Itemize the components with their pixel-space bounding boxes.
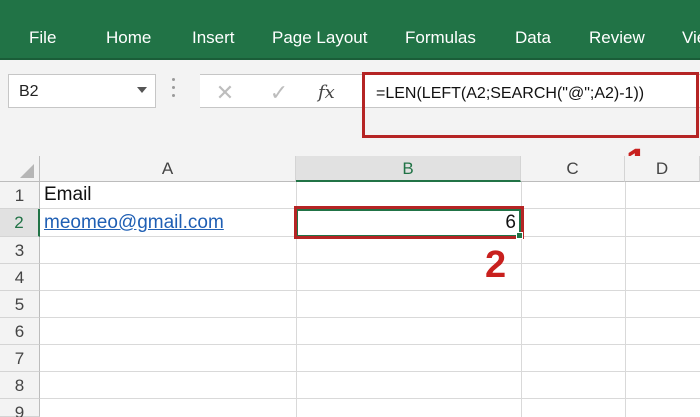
drag-handle-icon[interactable] — [172, 78, 176, 102]
gridline — [40, 398, 700, 399]
formula-buttons: ✕ ✓ fx — [200, 74, 364, 108]
fill-handle[interactable] — [516, 232, 523, 239]
column-header-d[interactable]: D — [625, 156, 700, 182]
row-header-9[interactable]: 9 — [0, 399, 40, 417]
gridline — [40, 263, 700, 264]
chevron-down-icon[interactable] — [137, 87, 147, 93]
tab-formulas[interactable]: Formulas — [405, 0, 476, 60]
gridline — [625, 182, 626, 417]
tab-view[interactable]: Vie — [682, 0, 700, 60]
row-header-6[interactable]: 6 — [0, 318, 40, 345]
fx-icon[interactable]: fx — [318, 80, 348, 106]
column-header-b[interactable]: B — [296, 156, 521, 182]
select-all-corner[interactable] — [0, 156, 40, 182]
cell-a2[interactable]: meomeo@gmail.com — [44, 212, 224, 234]
tab-review[interactable]: Review — [589, 0, 645, 60]
highlight-box-formula — [362, 72, 699, 138]
tab-data[interactable]: Data — [515, 0, 551, 60]
check-icon[interactable]: ✓ — [266, 80, 292, 106]
row-header-8[interactable]: 8 — [0, 372, 40, 399]
row-header-4[interactable]: 4 — [0, 264, 40, 291]
row-header-5[interactable]: 5 — [0, 291, 40, 318]
name-box[interactable]: B2 — [8, 74, 156, 108]
ribbon-tab-bar: File Home Insert Page Layout Formulas Da… — [0, 0, 700, 60]
row-header-1[interactable]: 1 — [0, 182, 40, 209]
row-header-2[interactable]: 2 — [0, 209, 40, 237]
gridline — [40, 371, 700, 372]
highlight-box-result — [294, 206, 524, 239]
tab-home[interactable]: Home — [106, 0, 151, 60]
cell-a1[interactable]: Email — [44, 184, 92, 206]
row-header-3[interactable]: 3 — [0, 237, 40, 264]
step-2-label: 2 — [485, 244, 507, 286]
tab-page-layout[interactable]: Page Layout — [272, 0, 367, 60]
name-box-value: B2 — [19, 83, 39, 100]
close-icon[interactable]: ✕ — [212, 80, 238, 106]
gridline — [40, 317, 700, 318]
tab-file[interactable]: File — [29, 0, 56, 60]
row-header-7[interactable]: 7 — [0, 345, 40, 372]
gridline — [40, 290, 700, 291]
column-header-c[interactable]: C — [521, 156, 625, 182]
gridline — [40, 344, 700, 345]
tab-insert[interactable]: Insert — [192, 0, 235, 60]
column-header-a[interactable]: A — [40, 156, 296, 182]
